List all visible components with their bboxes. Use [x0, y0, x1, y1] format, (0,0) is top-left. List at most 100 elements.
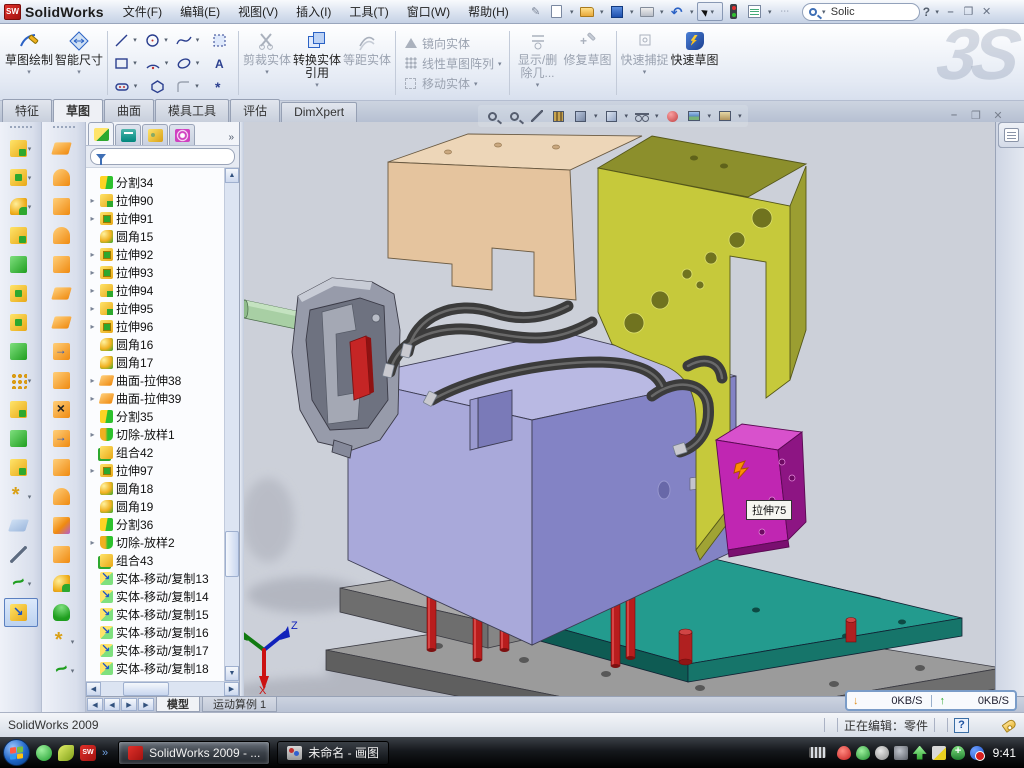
apply-scene-icon[interactable]	[686, 108, 703, 124]
feature-tree-item[interactable]: ▸ 拉伸95	[88, 299, 224, 317]
minimize-button[interactable]: –	[942, 4, 959, 19]
lofted-boss-icon[interactable]: ▾	[4, 250, 38, 279]
custom-properties-tab[interactable]	[998, 122, 1024, 148]
section-view-icon[interactable]	[550, 108, 567, 124]
feature-tree-item[interactable]: ▸ 组合43	[88, 551, 224, 569]
tab-nav-button[interactable]: ▶	[138, 698, 154, 711]
expand-arrow-icon[interactable]: ▸	[88, 538, 97, 547]
taskbar-clock[interactable]: 9:41	[993, 746, 1016, 760]
options-icon[interactable]	[745, 2, 765, 21]
undo-icon[interactable]: ↶	[667, 2, 687, 21]
feature-tree-item[interactable]: ▸ 拉伸92	[88, 245, 224, 263]
print-icon[interactable]	[637, 2, 657, 21]
search-dropdown[interactable]: ▾	[820, 8, 828, 16]
feature-tree-item[interactable]: ▸ 实体-移动/复制16	[88, 623, 224, 641]
network-warning-icon[interactable]	[932, 746, 946, 760]
menu-item[interactable]: 文件(F)	[114, 0, 171, 23]
feature-tree-item[interactable]: ▸ 切除-放样2	[88, 533, 224, 551]
ellipse-icon[interactable]: ▾	[173, 52, 204, 75]
reference-geometry-icon[interactable]: ▾	[47, 627, 81, 656]
replace-face-icon[interactable]: ▾	[47, 424, 81, 453]
scroll-up-icon[interactable]: ▲	[225, 168, 239, 183]
start-button[interactable]	[3, 739, 30, 766]
zoom-fit-icon[interactable]	[484, 108, 501, 124]
help-button[interactable]: ?	[921, 5, 932, 19]
expand-arrow-icon[interactable]: ▸	[88, 322, 97, 331]
help-dropdown[interactable]: ▾	[933, 8, 941, 16]
tree-filter-input[interactable]	[90, 148, 235, 165]
feature-tree-item[interactable]: ▸ 圆角19	[88, 497, 224, 515]
trim-surface-icon[interactable]: ▾	[47, 511, 81, 540]
scroll-left-icon[interactable]: ◀	[86, 682, 101, 696]
ribbon-tab[interactable]: 草图	[53, 99, 103, 123]
part-magenta-block[interactable]	[716, 424, 806, 557]
taskbar-window-button[interactable]: 未命名 - 画图	[277, 741, 389, 765]
sketch-dropdown[interactable]: ▾	[27, 68, 31, 76]
more-tabs-chevron[interactable]: »	[225, 132, 237, 145]
doc-restore-button[interactable]: ❐	[968, 108, 984, 122]
menu-item[interactable]: 窗口(W)	[398, 0, 459, 23]
sketch-text-icon[interactable]: A	[204, 52, 235, 75]
menu-item[interactable]: 帮助(H)	[459, 0, 518, 23]
slot-icon[interactable]: ▾	[111, 75, 142, 98]
axis-icon[interactable]: ▾	[4, 540, 38, 569]
planar-surface-icon[interactable]: ▾	[47, 308, 81, 337]
tree-horizontal-scrollbar[interactable]: ◀ ▶	[86, 681, 239, 696]
feature-tree-item[interactable]: ▸ 圆角18	[88, 479, 224, 497]
feature-tree-item[interactable]: ▸ 圆角15	[88, 227, 224, 245]
mirror-icon[interactable]: ▾	[4, 395, 38, 424]
feature-tree-item[interactable]: ▸ 圆角16	[88, 335, 224, 353]
options-dropdown[interactable]: ▾	[766, 8, 774, 16]
ribbon-tab[interactable]: DimXpert	[281, 102, 357, 122]
scrollbar-thumb[interactable]	[225, 531, 239, 577]
delete-face-icon[interactable]: ▾	[47, 395, 81, 424]
network-speed-monitor[interactable]: ↓ 0KB/S ↑ 0KB/S	[845, 690, 1017, 711]
menu-item[interactable]: 插入(I)	[287, 0, 340, 23]
expand-arrow-icon[interactable]: ▸	[88, 376, 97, 385]
view-settings-icon[interactable]	[528, 108, 545, 124]
dome-icon[interactable]: ▾	[47, 598, 81, 627]
quicklaunch-chevron[interactable]: »	[102, 747, 108, 759]
quicklaunch-launcher-icon[interactable]	[58, 745, 74, 761]
offset-surface-icon[interactable]: ▾	[47, 279, 81, 308]
messenger-status-icon[interactable]	[970, 746, 984, 760]
feature-tree-item[interactable]: ▸ 拉伸93	[88, 263, 224, 281]
untrim-surface-icon[interactable]: ▾	[47, 453, 81, 482]
extend-surface-icon[interactable]: ▾	[47, 482, 81, 511]
extruded-cut-icon[interactable]: ▾	[4, 163, 38, 192]
undo-dropdown[interactable]: ▾	[688, 8, 696, 16]
feature-tree-item[interactable]: ▸ 拉伸90	[88, 191, 224, 209]
filled-surface-icon[interactable]: ▾	[47, 569, 81, 598]
revolved-surface-icon[interactable]: ▾	[47, 163, 81, 192]
part-gray-insert[interactable]	[292, 278, 400, 458]
close-button[interactable]: ✕	[978, 4, 995, 19]
search-input[interactable]	[831, 6, 901, 18]
convert-dropdown[interactable]: ▾	[315, 81, 319, 89]
feature-tree-item[interactable]: ▸ 实体-移动/复制18	[88, 659, 224, 677]
knit-surface-icon[interactable]: ▾	[47, 540, 81, 569]
tab-dimxpert-manager[interactable]	[169, 124, 195, 145]
sketch-button[interactable]: 草图绘制 ▾	[4, 27, 54, 99]
quicklaunch-solidworks-icon[interactable]: SW	[80, 745, 96, 761]
feature-tree-item[interactable]: ▸ 切除-放样1	[88, 425, 224, 443]
tab-feature-manager[interactable]	[88, 122, 114, 145]
zoom-area-icon[interactable]	[506, 108, 523, 124]
expand-arrow-icon[interactable]: ▸	[88, 430, 97, 439]
rectangle-icon[interactable]: ▾	[111, 52, 142, 75]
reference-geometry-icon[interactable]: ▾	[4, 482, 38, 511]
menu-item[interactable]: 视图(V)	[229, 0, 287, 23]
rebuild-traffic-light-icon[interactable]	[724, 2, 744, 21]
select-arrow-icon[interactable]: ▾	[697, 2, 723, 21]
save-dropdown[interactable]: ▾	[628, 8, 636, 16]
thicken-icon[interactable]: ▾	[47, 366, 81, 395]
hide-show-items-icon[interactable]	[633, 108, 650, 124]
swept-boss-icon[interactable]: ▾	[4, 221, 38, 250]
lofted-surface-icon[interactable]: ▾	[47, 221, 81, 250]
spline-icon[interactable]: ▾	[173, 29, 204, 52]
feature-tree-item[interactable]: ▸ 拉伸91	[88, 209, 224, 227]
boundary-boss-icon[interactable]: ▾	[4, 279, 38, 308]
display-style-icon[interactable]	[603, 108, 620, 124]
feature-tree-item[interactable]: ▸ 组合42	[88, 443, 224, 461]
toolbar-grip[interactable]	[53, 126, 75, 130]
feature-tree-item[interactable]: ▸ 分割34	[88, 173, 224, 191]
